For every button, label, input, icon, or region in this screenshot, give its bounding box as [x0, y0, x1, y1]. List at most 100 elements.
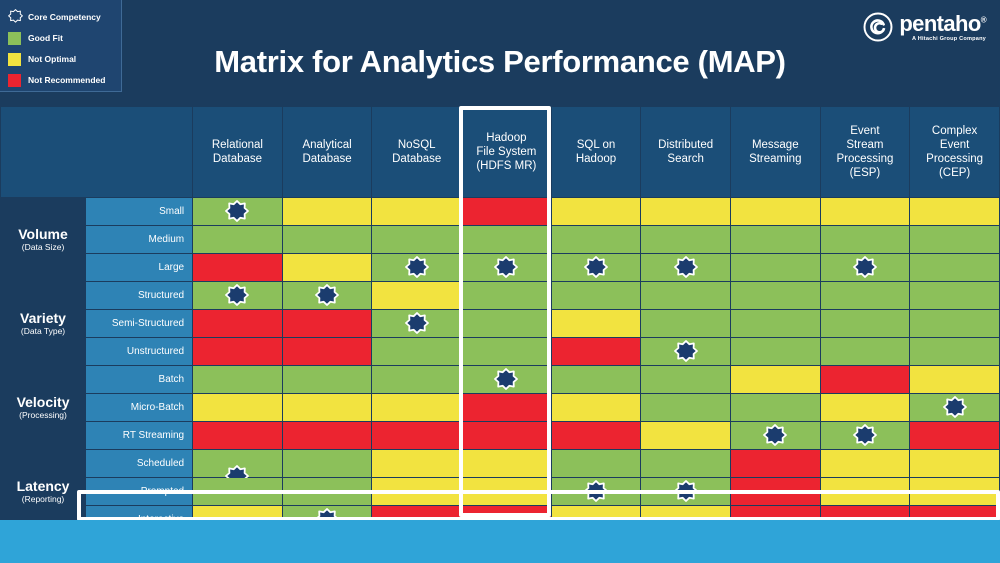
matrix-cell[interactable]: [910, 394, 999, 421]
matrix-cell[interactable]: [910, 226, 999, 253]
matrix-cell[interactable]: [551, 478, 641, 505]
matrix-cell[interactable]: [551, 338, 641, 365]
matrix-cell[interactable]: [372, 450, 462, 477]
matrix-cell[interactable]: [193, 422, 282, 449]
row-label-batch[interactable]: Batch: [86, 366, 193, 393]
matrix-cell[interactable]: [462, 366, 551, 393]
column-header-7[interactable]: Event Stream Processing (ESP): [820, 107, 910, 197]
matrix-cell[interactable]: [730, 310, 820, 337]
matrix-cell[interactable]: [820, 226, 910, 253]
matrix-cell[interactable]: [462, 198, 551, 225]
matrix-cell[interactable]: [551, 394, 641, 421]
matrix-cell[interactable]: [282, 422, 372, 449]
matrix-cell[interactable]: [730, 394, 820, 421]
matrix-cell[interactable]: [193, 478, 282, 505]
matrix-cell[interactable]: [372, 394, 462, 421]
column-header-6[interactable]: Message Streaming: [730, 107, 820, 197]
matrix-cell[interactable]: [910, 254, 999, 281]
matrix-cell[interactable]: [641, 366, 730, 393]
matrix-cell[interactable]: [910, 422, 999, 449]
column-header-2[interactable]: NoSQL Database: [372, 107, 462, 197]
matrix-cell[interactable]: [282, 478, 372, 505]
matrix-cell[interactable]: [820, 198, 910, 225]
matrix-cell[interactable]: [372, 478, 462, 505]
matrix-cell[interactable]: [730, 366, 820, 393]
matrix-cell[interactable]: [462, 422, 551, 449]
matrix-cell[interactable]: [730, 422, 820, 449]
matrix-cell[interactable]: [193, 310, 282, 337]
row-label-structured[interactable]: Structured: [86, 282, 193, 309]
matrix-cell[interactable]: [641, 226, 730, 253]
matrix-cell[interactable]: [193, 450, 282, 487]
matrix-cell[interactable]: [193, 282, 282, 309]
column-header-0[interactable]: Relational Database: [193, 107, 282, 197]
matrix-cell[interactable]: [372, 338, 462, 365]
matrix-cell[interactable]: [282, 310, 372, 337]
matrix-cell[interactable]: [641, 198, 730, 225]
matrix-cell[interactable]: [730, 198, 820, 225]
matrix-cell[interactable]: [730, 450, 820, 477]
matrix-cell[interactable]: [462, 254, 551, 281]
matrix-cell[interactable]: [551, 422, 641, 449]
matrix-cell[interactable]: [372, 198, 462, 225]
matrix-cell[interactable]: [551, 282, 641, 309]
matrix-cell[interactable]: [193, 226, 282, 253]
matrix-cell[interactable]: [372, 282, 462, 309]
matrix-cell[interactable]: [282, 366, 372, 393]
matrix-cell[interactable]: [730, 338, 820, 365]
matrix-cell[interactable]: [820, 478, 910, 505]
column-header-3[interactable]: Hadoop File System (HDFS MR): [462, 107, 551, 197]
matrix-cell[interactable]: [820, 422, 910, 449]
matrix-cell[interactable]: [910, 450, 999, 477]
matrix-cell[interactable]: [551, 450, 641, 477]
matrix-cell[interactable]: [820, 338, 910, 365]
row-label-large[interactable]: Large: [86, 254, 193, 281]
matrix-cell[interactable]: [820, 254, 910, 281]
column-header-4[interactable]: SQL on Hadoop: [551, 107, 641, 197]
matrix-cell[interactable]: [551, 310, 641, 337]
matrix-cell[interactable]: [193, 338, 282, 365]
matrix-cell[interactable]: [282, 282, 372, 309]
column-header-8[interactable]: Complex Event Processing (CEP): [910, 107, 999, 197]
row-label-rt-streaming[interactable]: RT Streaming: [86, 422, 193, 449]
matrix-cell[interactable]: [820, 394, 910, 421]
row-label-semi-structured[interactable]: Semi-Structured: [86, 310, 193, 337]
matrix-cell[interactable]: [372, 422, 462, 449]
matrix-cell[interactable]: [372, 366, 462, 393]
matrix-cell[interactable]: [910, 282, 999, 309]
row-label-scheduled[interactable]: Scheduled: [86, 450, 193, 477]
matrix-cell[interactable]: [282, 338, 372, 365]
matrix-cell[interactable]: [372, 254, 462, 281]
matrix-cell[interactable]: [820, 310, 910, 337]
matrix-cell[interactable]: [462, 394, 551, 421]
matrix-cell[interactable]: [193, 366, 282, 393]
matrix-cell[interactable]: [641, 478, 730, 505]
matrix-cell[interactable]: [730, 226, 820, 253]
matrix-cell[interactable]: [551, 226, 641, 253]
matrix-cell[interactable]: [641, 254, 730, 281]
matrix-cell[interactable]: [462, 338, 551, 365]
matrix-cell[interactable]: [910, 310, 999, 337]
matrix-cell[interactable]: [730, 478, 820, 505]
matrix-cell[interactable]: [282, 394, 372, 421]
matrix-cell[interactable]: [282, 450, 372, 477]
matrix-cell[interactable]: [730, 282, 820, 309]
matrix-cell[interactable]: [641, 450, 730, 477]
row-label-micro-batch[interactable]: Micro-Batch: [86, 394, 193, 421]
matrix-cell[interactable]: [551, 198, 641, 225]
matrix-cell[interactable]: [641, 394, 730, 421]
matrix-cell[interactable]: [462, 310, 551, 337]
matrix-cell[interactable]: [641, 422, 730, 449]
matrix-cell[interactable]: [462, 282, 551, 309]
matrix-cell[interactable]: [551, 254, 641, 281]
matrix-cell[interactable]: [910, 338, 999, 365]
matrix-cell[interactable]: [282, 198, 372, 225]
row-label-unstructured[interactable]: Unstructured: [86, 338, 193, 365]
matrix-cell[interactable]: [282, 254, 372, 281]
matrix-cell[interactable]: [820, 366, 910, 393]
matrix-cell[interactable]: [730, 254, 820, 281]
matrix-cell[interactable]: [372, 310, 462, 337]
matrix-cell[interactable]: [641, 310, 730, 337]
matrix-cell[interactable]: [641, 338, 730, 365]
matrix-cell[interactable]: [193, 394, 282, 421]
